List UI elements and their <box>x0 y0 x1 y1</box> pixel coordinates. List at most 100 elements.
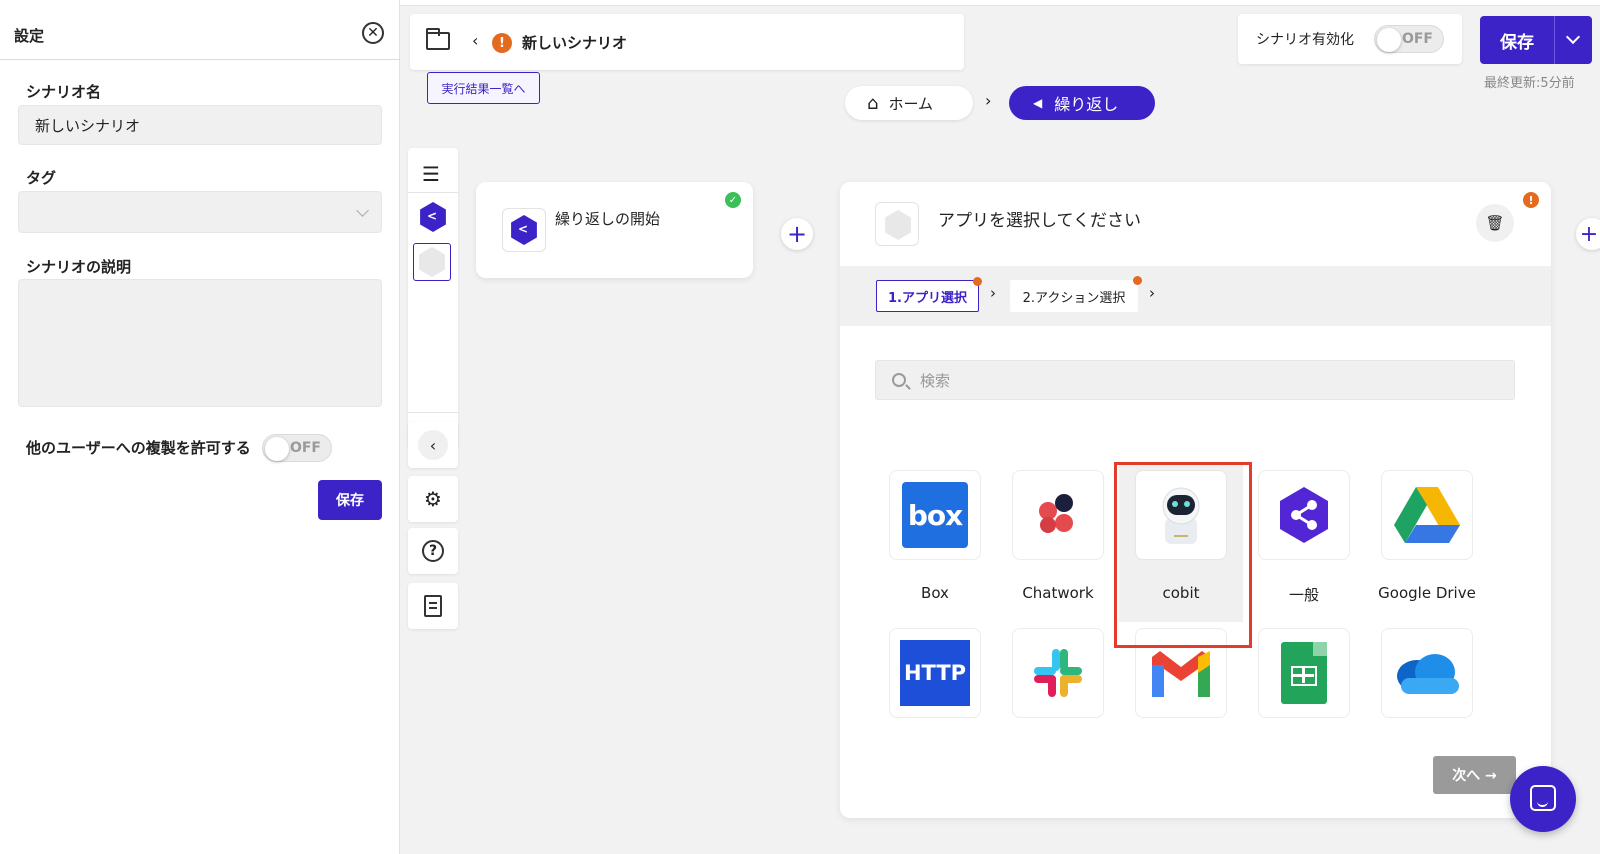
app-node-thumb[interactable] <box>413 243 451 281</box>
share-mark-icon: < <box>518 222 529 236</box>
box-logo-mark: box <box>902 482 968 548</box>
tag-label: タグ <box>26 169 57 187</box>
description-textarea[interactable] <box>18 279 382 407</box>
collapse-button[interactable]: ‹ <box>408 422 458 468</box>
settings-panel: 設定 ✕ シナリオ名 新しいシナリオ タグ シナリオの説明 他のユーザーへの複製… <box>0 0 400 854</box>
http-logo-mark: HTTP <box>900 640 970 706</box>
warning-dot-icon <box>1133 276 1142 285</box>
close-icon[interactable]: ✕ <box>362 22 384 44</box>
app-slack[interactable] <box>996 620 1120 718</box>
divider <box>408 412 458 413</box>
folder-icon[interactable] <box>426 28 450 50</box>
search-placeholder: 検索 <box>920 371 951 390</box>
app-grid: box Box Chatwork cobit 一般 Google Drive H… <box>840 462 1551 718</box>
app-search-input[interactable]: 検索 <box>875 360 1515 400</box>
scenario-name-value: 新しいシナリオ <box>35 116 141 135</box>
chat-icon <box>1530 785 1556 811</box>
scenario-enable-box: シナリオ有効化 OFF <box>1238 14 1462 64</box>
loop-start-node[interactable]: < 繰り返しの開始 ✓ <box>476 182 753 278</box>
breadcrumb-home[interactable]: ⌂ ホーム <box>845 86 973 120</box>
trash-icon[interactable]: 🗑 <box>1476 204 1514 242</box>
search-icon <box>892 373 906 387</box>
question-icon: ? <box>422 540 444 562</box>
check-icon: ✓ <box>725 192 741 208</box>
settings-save-button[interactable]: 保存 <box>318 480 382 520</box>
toggle-state: OFF <box>289 440 321 456</box>
help-button[interactable]: ? <box>408 528 458 574</box>
scenario-enable-toggle[interactable]: OFF <box>1374 25 1444 53</box>
settings-header: 設定 ✕ <box>0 14 400 60</box>
tab-app-select[interactable]: 1.アプリ選択 <box>876 277 982 312</box>
description-label: シナリオの説明 <box>26 258 132 276</box>
scenario-name-input[interactable]: 新しいシナリオ <box>18 105 382 145</box>
app-http[interactable]: HTTP <box>873 620 997 718</box>
warning-icon: ! <box>1523 192 1539 208</box>
save-options-button[interactable] <box>1554 16 1592 64</box>
sheets-art <box>1281 642 1327 704</box>
warning-icon: ! <box>492 33 512 53</box>
save-button[interactable]: 保存 <box>1480 16 1554 64</box>
toggle-knob <box>1377 28 1401 52</box>
results-list-link[interactable]: 実行結果一覧へ <box>427 72 540 104</box>
gear-icon[interactable]: ⚙ <box>408 476 458 522</box>
divider <box>408 192 458 193</box>
scenario-header-card: ‹ ! 新しいシナリオ <box>410 14 964 70</box>
node-list-toolbar: ☰ < <box>408 148 458 448</box>
loop-hex-icon: < <box>511 215 537 245</box>
breadcrumb-current[interactable]: ◀ 繰り返し <box>1009 86 1155 120</box>
gmail-logo <box>1135 628 1227 718</box>
app-name: cobit <box>1162 584 1200 602</box>
box-logo: box <box>889 470 981 560</box>
allow-copy-label: 他のユーザーへの複製を許可する <box>26 439 251 457</box>
chatwork-logo <box>1012 470 1104 560</box>
step-tabs: 1.アプリ選択 › 2.アクション選択 › <box>840 266 1551 326</box>
last-updated: 最終更新:5分前 <box>1484 76 1575 91</box>
loop-start-label: 繰り返しの開始 <box>555 210 661 228</box>
loop-node-icon[interactable]: < <box>420 202 446 232</box>
chevron-down-icon <box>1565 29 1581 45</box>
scenario-name-label: シナリオ名 <box>26 83 102 101</box>
app-chatwork[interactable]: Chatwork <box>996 462 1120 622</box>
log-button[interactable] <box>408 583 458 629</box>
app-gmail[interactable] <box>1119 620 1243 718</box>
share-mark-icon: < <box>427 209 438 223</box>
app-cobit[interactable]: cobit <box>1119 462 1243 622</box>
warning-dot-icon <box>973 277 982 286</box>
enable-label: シナリオ有効化 <box>1256 32 1354 48</box>
tab-action-select[interactable]: 2.アクション選択 <box>1010 276 1142 312</box>
general-hex-logo <box>1258 470 1350 560</box>
http-logo: HTTP <box>889 628 981 718</box>
loop-start-icon-box: < <box>502 208 546 252</box>
slack-art <box>1034 649 1082 697</box>
tag-select[interactable] <box>18 191 382 233</box>
list-icon[interactable]: ☰ <box>422 162 440 186</box>
app-name: Box <box>921 584 949 602</box>
tab-action-select-label: 2.アクション選択 <box>1022 290 1126 306</box>
chatwork-logo-art <box>1039 494 1073 533</box>
app-box[interactable]: box Box <box>873 462 997 622</box>
app-name: Google Drive <box>1378 584 1476 602</box>
empty-hex-icon <box>885 210 911 240</box>
gmail-art <box>1152 651 1210 697</box>
app-google-sheets[interactable] <box>1242 620 1366 718</box>
chat-support-button[interactable] <box>1510 766 1576 832</box>
next-button[interactable]: 次へ → <box>1433 756 1516 794</box>
chevron-left-icon[interactable]: ‹ <box>472 31 478 50</box>
add-next-step-button[interactable]: + <box>1576 218 1600 250</box>
chevron-down-icon <box>356 204 369 217</box>
breadcrumb-separator-icon: › <box>985 91 992 110</box>
google-sheets-logo <box>1258 628 1350 718</box>
add-step-button[interactable]: + <box>781 218 813 250</box>
allow-copy-toggle[interactable]: OFF <box>262 434 332 462</box>
app-general[interactable]: 一般 <box>1242 462 1366 622</box>
empty-hex-icon <box>419 247 445 277</box>
app-onedrive[interactable] <box>1365 620 1489 718</box>
chevron-right-icon: › <box>990 284 996 302</box>
home-icon: ⌂ <box>867 92 879 114</box>
chevron-left-icon: ‹ <box>418 430 448 460</box>
app-google-drive[interactable]: Google Drive <box>1365 462 1489 622</box>
document-icon <box>424 595 442 617</box>
chevron-right-icon: › <box>1149 284 1155 302</box>
app-placeholder-icon-box <box>875 202 919 246</box>
app-name: 一般 <box>1288 586 1319 604</box>
